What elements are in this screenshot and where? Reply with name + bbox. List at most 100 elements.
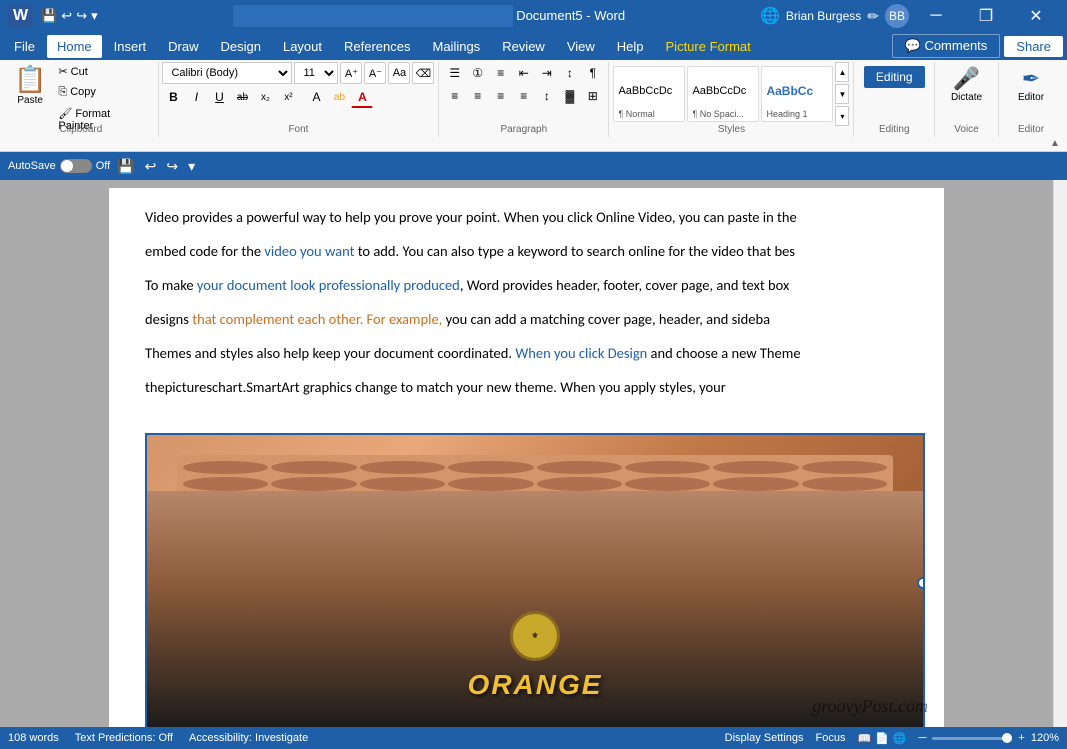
indent-dec-button[interactable]: ⇤: [513, 62, 535, 84]
word-logo-icon: W: [8, 5, 33, 27]
cut-button[interactable]: ✂ Cut: [54, 62, 149, 81]
align-left-button[interactable]: ≡: [444, 85, 466, 107]
underline-button[interactable]: U: [208, 86, 230, 108]
document-image[interactable]: ⚜ ORANGE: [145, 433, 925, 727]
display-settings[interactable]: Display Settings: [725, 732, 804, 744]
bold-button[interactable]: B: [162, 86, 184, 108]
subscript-button[interactable]: x₂: [254, 86, 276, 108]
menu-mailings[interactable]: Mailings: [423, 35, 491, 58]
paste-button[interactable]: 📋 Paste: [10, 62, 50, 108]
align-right-button[interactable]: ≡: [490, 85, 512, 107]
editor-button[interactable]: ✒ Editor: [1010, 62, 1052, 107]
zoom-in-button[interactable]: +: [1018, 732, 1024, 744]
borders-button[interactable]: ⊞: [582, 85, 604, 107]
font-color-button[interactable]: A: [351, 86, 373, 108]
view-controls: 📖 📄 🌐: [858, 732, 907, 745]
menu-home[interactable]: Home: [47, 35, 102, 58]
menu-draw[interactable]: Draw: [158, 35, 208, 58]
amp-body: ⚜ ORANGE: [147, 491, 923, 727]
strikethrough-button[interactable]: ab: [231, 86, 253, 108]
dictate-label: Dictate: [951, 92, 982, 103]
copy-button[interactable]: ⎘ Copy: [54, 83, 149, 102]
superscript-button[interactable]: x²: [277, 86, 299, 108]
redo-tb-icon[interactable]: ↪: [76, 8, 87, 24]
undo-tb-icon[interactable]: ↩: [61, 8, 72, 24]
focus-mode[interactable]: Focus: [816, 732, 846, 744]
menu-help[interactable]: Help: [607, 35, 654, 58]
editing-label: Editing: [854, 124, 934, 135]
editor-group-label: Editor: [999, 124, 1063, 135]
menu-insert[interactable]: Insert: [104, 35, 157, 58]
title-search-input[interactable]: [233, 5, 513, 27]
paragraph-4: designs that complement each other. For …: [145, 306, 908, 332]
menu-file[interactable]: File: [4, 35, 45, 58]
bullets-button[interactable]: ☰: [444, 62, 466, 84]
ribbon-collapse-button[interactable]: ▲: [1047, 135, 1063, 151]
print-layout-icon[interactable]: 📄: [875, 732, 889, 745]
styles-expand[interactable]: ▾: [835, 106, 849, 126]
ribbon-group-clipboard: 📋 Paste ✂ Cut ⎘ Copy 🖌 Format Painter Cl…: [4, 62, 159, 137]
justify-button[interactable]: ≡: [513, 85, 535, 107]
dictate-icon: 🎤: [953, 66, 980, 92]
ribbon-group-voice: 🎤 Dictate Voice: [935, 62, 999, 137]
menu-design[interactable]: Design: [211, 35, 271, 58]
status-bar: 108 words Text Predictions: Off Accessib…: [0, 727, 1067, 749]
save-qa-button[interactable]: 💾: [114, 156, 137, 177]
sort-button[interactable]: ↕: [559, 62, 581, 84]
style-normal[interactable]: AaBbCcDc ¶ Normal: [613, 66, 685, 122]
image-resize-handle[interactable]: [917, 577, 925, 589]
web-layout-icon[interactable]: 🌐: [893, 732, 907, 745]
paragraph-label: Paragraph: [439, 124, 608, 135]
show-marks-button[interactable]: ¶: [582, 62, 604, 84]
zoom-level[interactable]: 120%: [1031, 732, 1059, 744]
menu-review[interactable]: Review: [492, 35, 555, 58]
comments-button[interactable]: 💬 Comments: [892, 34, 1001, 58]
close-button[interactable]: ✕: [1013, 0, 1059, 32]
dictate-button[interactable]: 🎤 Dictate: [943, 62, 990, 107]
numbering-button[interactable]: ①: [467, 62, 489, 84]
menu-view[interactable]: View: [557, 35, 605, 58]
autosave-toggle[interactable]: [60, 159, 92, 173]
font-family-select[interactable]: Calibri (Body): [162, 62, 292, 84]
restore-button[interactable]: ❐: [963, 0, 1009, 32]
highlight-color-button[interactable]: ab: [328, 86, 350, 108]
redo-qa-button[interactable]: ↪: [163, 156, 181, 177]
read-mode-icon[interactable]: 📖: [858, 732, 872, 745]
title-bar-right: 🌐 Brian Burgess ✏ BB ─ ❐ ✕: [760, 0, 1059, 32]
menu-references[interactable]: References: [334, 35, 420, 58]
editing-mode-button[interactable]: Editing: [864, 66, 925, 88]
save-icon[interactable]: 💾: [41, 8, 57, 24]
ribbon-group-editor: ✒ Editor Editor: [999, 62, 1063, 137]
italic-button[interactable]: I: [185, 86, 207, 108]
more-qa-button[interactable]: ▾: [185, 156, 198, 177]
text-predictions[interactable]: Text Predictions: Off: [75, 732, 173, 744]
word-count[interactable]: 108 words: [8, 732, 59, 744]
share-button[interactable]: Share: [1004, 36, 1063, 57]
indent-inc-button[interactable]: ⇥: [536, 62, 558, 84]
document-page[interactable]: Video provides a powerful way to help yo…: [109, 188, 944, 727]
text-effects-button[interactable]: A: [305, 86, 327, 108]
styles-scroll-up[interactable]: ▲: [835, 62, 849, 82]
zoom-slider[interactable]: [932, 737, 1012, 740]
vertical-scrollbar[interactable]: [1053, 180, 1067, 727]
style-heading1[interactable]: AaBbCc Heading 1: [761, 66, 833, 122]
font-grow-button[interactable]: A⁺: [340, 62, 362, 84]
align-center-button[interactable]: ≡: [467, 85, 489, 107]
ribbon-group-font: Calibri (Body) 11 A⁺ A⁻ Aa ⌫ B I U: [159, 62, 439, 137]
font-size-select[interactable]: 11: [294, 62, 338, 84]
styles-scroll-down[interactable]: ▼: [835, 84, 849, 104]
font-case-button[interactable]: Aa: [388, 62, 410, 84]
shading-button[interactable]: ▓: [559, 85, 581, 107]
multilevel-button[interactable]: ≡: [490, 62, 512, 84]
zoom-out-button[interactable]: ─: [919, 732, 927, 744]
menu-layout[interactable]: Layout: [273, 35, 332, 58]
minimize-button[interactable]: ─: [913, 0, 959, 32]
menu-picture-format[interactable]: Picture Format: [656, 35, 761, 58]
font-shrink-button[interactable]: A⁻: [364, 62, 386, 84]
accessibility-status[interactable]: Accessibility: Investigate: [189, 732, 308, 744]
style-no-spacing[interactable]: AaBbCcDc ¶ No Spaci...: [687, 66, 759, 122]
zoom-bar: ─ + 120%: [919, 732, 1059, 744]
line-spacing-button[interactable]: ↕: [536, 85, 558, 107]
clear-format-button[interactable]: ⌫: [412, 62, 434, 84]
undo-qa-button[interactable]: ↩: [142, 156, 160, 177]
